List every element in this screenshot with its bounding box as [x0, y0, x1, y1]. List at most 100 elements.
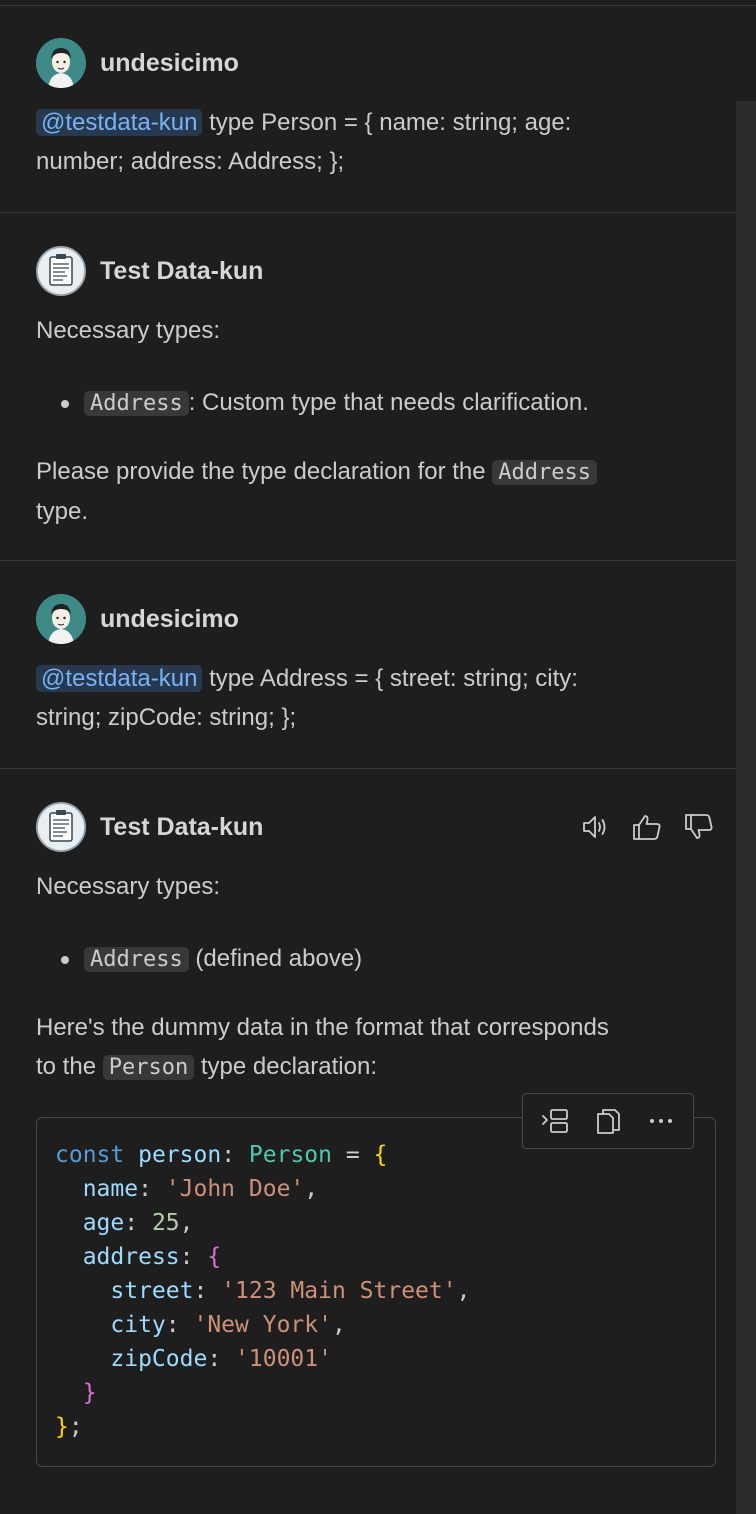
code-line: name: 'John Doe',	[55, 1176, 318, 1202]
code-line: }	[55, 1380, 97, 1406]
message-divider	[0, 212, 736, 213]
paragraph-text: type declaration:	[194, 1053, 377, 1080]
inline-code: Address	[492, 460, 597, 485]
list-item-text: : Custom type that needs clarification.	[188, 389, 589, 416]
list-item: Address: Custom type that needs clarific…	[36, 383, 716, 423]
code-line: const person: Person = {	[55, 1142, 387, 1168]
code-token: :	[138, 1176, 166, 1202]
speaker-icon[interactable]	[578, 810, 612, 844]
code-token: age	[82, 1210, 125, 1236]
agent-mention[interactable]: @testdata-kun	[36, 665, 203, 692]
inline-code: Address	[84, 947, 189, 972]
author-name: undesicimo	[100, 48, 239, 77]
author-name: Test Data-kun	[100, 812, 264, 841]
chat-message-bot-2: Test Data-kun Necessary types: Address (…	[0, 802, 736, 1087]
agent-mention[interactable]: @testdata-kun	[36, 109, 203, 136]
types-list: Address: Custom type that needs clarific…	[36, 383, 716, 423]
code-line: city: 'New York',	[55, 1312, 346, 1338]
code-token: const	[55, 1142, 125, 1168]
code-token: :	[207, 1346, 236, 1372]
list-item: Address (defined above)	[36, 939, 716, 979]
copy-icon[interactable]	[588, 1101, 628, 1141]
code-token: {	[373, 1142, 388, 1168]
message-header: Test Data-kun	[36, 802, 716, 852]
top-divider	[0, 0, 756, 6]
message-body: Necessary types: Address: Custom type th…	[36, 311, 716, 531]
request-paragraph: Please provide the type declaration for …	[36, 452, 716, 531]
code-token: }	[82, 1380, 97, 1406]
message-divider	[0, 768, 736, 769]
thumbs-up-icon[interactable]	[630, 810, 664, 844]
code-token: address	[82, 1244, 180, 1270]
inline-code: Person	[102, 1055, 195, 1080]
code-token: :	[221, 1142, 249, 1168]
thumbs-down-icon[interactable]	[682, 810, 716, 844]
code-token: 'John Doe'	[165, 1176, 305, 1202]
list-item-text: (defined above)	[188, 945, 363, 972]
paragraph-text-continued: type.	[36, 498, 89, 525]
insert-at-cursor-icon[interactable]	[535, 1101, 575, 1141]
paragraph-text: Please provide the type declaration for …	[36, 458, 493, 485]
author-name: Test Data-kun	[100, 256, 264, 285]
code-line: street: '123 Main Street',	[55, 1278, 470, 1304]
chat-message-user-2: undesicimo @testdata-kun type Address = …	[0, 594, 736, 737]
code-line: age: 25,	[55, 1210, 194, 1236]
code-token: 25	[151, 1210, 180, 1236]
code-token: ,	[179, 1210, 194, 1236]
code-token: :	[124, 1210, 152, 1236]
message-actions	[578, 802, 716, 852]
types-list: Address (defined above)	[36, 939, 716, 979]
code-token: :	[193, 1278, 222, 1304]
code-token: }	[55, 1414, 69, 1440]
code-token: ,	[304, 1176, 319, 1202]
code-token: ,	[456, 1278, 471, 1304]
more-icon[interactable]	[641, 1101, 681, 1141]
code-token: :	[179, 1244, 208, 1270]
code-token: =	[332, 1142, 374, 1168]
code-line: };	[55, 1414, 83, 1440]
code-token: street	[110, 1278, 194, 1304]
message-text-continued: number; address: Address; };	[36, 148, 345, 175]
message-text: type Address = { street: string; city:	[202, 665, 578, 692]
code-token: name	[82, 1176, 139, 1202]
message-text-continued: string; zipCode: string; };	[36, 704, 297, 731]
code-token: Person	[248, 1142, 332, 1168]
necessary-types-heading: Necessary types:	[36, 873, 221, 900]
code-content[interactable]: const person: Person = { name: 'John Doe…	[55, 1138, 470, 1444]
bot-avatar[interactable]	[36, 802, 86, 852]
message-header: undesicimo	[36, 594, 716, 644]
message-header: Test Data-kun	[36, 246, 716, 296]
user-avatar[interactable]	[36, 38, 86, 88]
code-block-toolbar	[522, 1093, 694, 1149]
author-name: undesicimo	[100, 604, 239, 633]
message-body: @testdata-kun type Address = { street: s…	[36, 659, 716, 737]
result-paragraph: Here's the dummy data in the format that…	[36, 1008, 716, 1087]
code-token: person	[138, 1142, 222, 1168]
code-token: '10001'	[235, 1346, 332, 1372]
code-token: ;	[68, 1414, 83, 1440]
code-line: zipCode: '10001'	[55, 1346, 332, 1372]
chat-message-bot-1: Test Data-kun Necessary types: Address: …	[0, 246, 736, 531]
code-token: zipCode	[110, 1346, 208, 1372]
code-token: ,	[331, 1312, 346, 1338]
code-token: 'New York'	[193, 1312, 332, 1338]
message-header: undesicimo	[36, 38, 716, 88]
chat-message-user-1: undesicimo @testdata-kun type Person = {…	[0, 38, 736, 181]
code-token: '123 Main Street'	[221, 1278, 457, 1304]
scrollbar[interactable]	[736, 101, 756, 1514]
message-divider	[0, 560, 736, 561]
necessary-types-heading: Necessary types:	[36, 317, 221, 344]
message-body: Necessary types: Address (defined above)…	[36, 867, 716, 1087]
bot-avatar[interactable]	[36, 246, 86, 296]
paragraph-text: Here's the dummy data in the format that…	[36, 1014, 609, 1041]
paragraph-text: to the	[36, 1053, 103, 1080]
inline-code: Address	[84, 391, 189, 416]
code-line: address: {	[55, 1244, 222, 1270]
code-token: city	[110, 1312, 166, 1338]
code-token: {	[207, 1244, 222, 1270]
message-body: @testdata-kun type Person = { name: stri…	[36, 103, 716, 181]
code-token: :	[165, 1312, 194, 1338]
user-avatar[interactable]	[36, 594, 86, 644]
code-block: const person: Person = { name: 'John Doe…	[36, 1117, 716, 1467]
message-text: type Person = { name: string; age:	[202, 109, 572, 136]
